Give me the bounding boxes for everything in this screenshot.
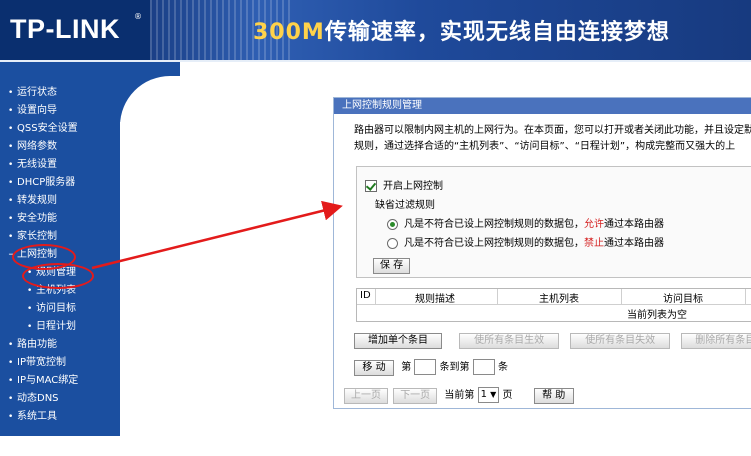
annotation-arrow bbox=[91, 200, 343, 270]
